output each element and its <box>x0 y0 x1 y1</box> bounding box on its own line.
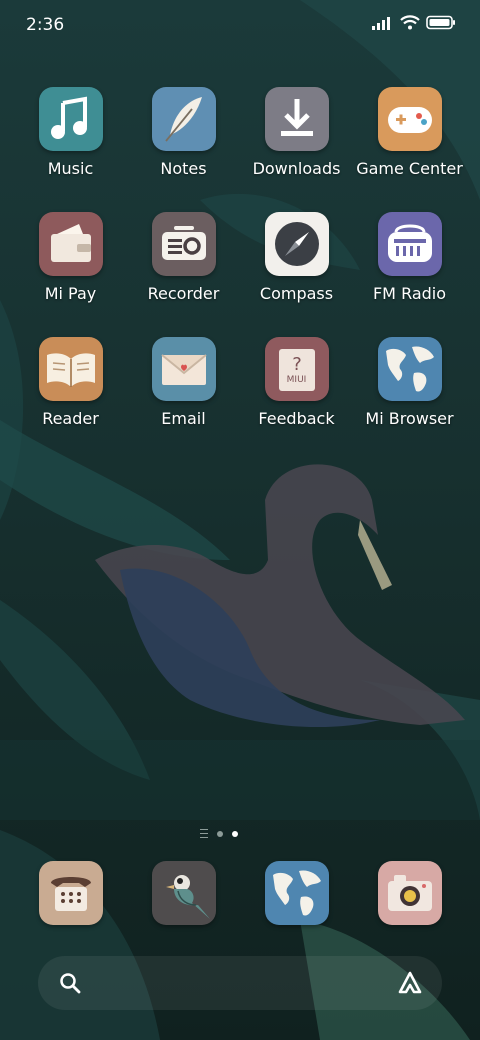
app-fm-radio[interactable]: FM Radio <box>353 212 466 303</box>
app-notes[interactable]: Notes <box>127 87 240 178</box>
dock-phone[interactable] <box>14 861 127 925</box>
download-icon <box>264 87 329 151</box>
app-label: Recorder <box>147 284 220 303</box>
app-email[interactable]: Email <box>127 337 240 428</box>
app-label: Game Center <box>356 159 463 178</box>
page-dot[interactable] <box>217 830 223 837</box>
camera-icon <box>377 861 442 925</box>
page-dot-current[interactable] <box>232 830 238 837</box>
compass-icon <box>264 212 329 276</box>
dock-browser[interactable] <box>240 861 353 925</box>
app-label: Feedback <box>258 409 335 428</box>
app-label: Downloads <box>252 159 341 178</box>
battery-icon <box>426 15 455 30</box>
status-bar: 2:36 <box>0 0 480 50</box>
app-feedback[interactable]: ? MIUI Feedback <box>240 337 353 428</box>
app-label: Mi Pay <box>44 284 97 303</box>
feedback-icon-text: MIUI <box>286 375 307 385</box>
music-icon <box>38 87 103 151</box>
book-icon <box>38 337 103 401</box>
app-label: Mi Browser <box>365 409 454 428</box>
app-downloads[interactable]: Downloads <box>240 87 353 178</box>
svg-text:?: ? <box>292 354 302 375</box>
phone-icon <box>38 861 103 925</box>
app-label: Reader <box>42 409 99 428</box>
app-label: Music <box>47 159 94 178</box>
app-label: Email <box>161 409 206 428</box>
app-label: Compass <box>259 284 334 303</box>
radio-icon <box>377 212 442 276</box>
dock-messages[interactable] <box>127 861 240 925</box>
app-game-center[interactable]: Game Center <box>353 87 466 178</box>
app-mi-pay[interactable]: Mi Pay <box>14 212 127 303</box>
app-recorder[interactable]: Recorder <box>127 212 240 303</box>
recorder-icon <box>151 212 216 276</box>
app-label: FM Radio <box>372 284 447 303</box>
page-indicator-minus-one[interactable] <box>200 829 208 838</box>
status-time: 2:36 <box>26 15 65 35</box>
assistant-icon[interactable] <box>396 970 424 996</box>
wifi-icon <box>400 15 420 30</box>
feather-icon <box>151 87 216 151</box>
app-reader[interactable]: Reader <box>14 337 127 428</box>
page-indicator[interactable] <box>200 829 238 838</box>
bird-icon <box>151 861 216 925</box>
app-mi-browser[interactable]: Mi Browser <box>353 337 466 428</box>
search-icon[interactable] <box>58 971 82 995</box>
globe-icon <box>377 337 442 401</box>
dock-camera[interactable] <box>353 861 466 925</box>
signal-icon <box>372 16 390 30</box>
envelope-icon <box>151 337 216 401</box>
wallet-icon <box>38 212 103 276</box>
gamepad-icon <box>377 87 442 151</box>
search-bar[interactable] <box>38 956 442 1010</box>
app-label: Notes <box>160 159 207 178</box>
app-music[interactable]: Music <box>14 87 127 178</box>
app-compass[interactable]: Compass <box>240 212 353 303</box>
feedback-icon: ? MIUI <box>264 337 329 401</box>
globe-icon <box>264 861 329 925</box>
